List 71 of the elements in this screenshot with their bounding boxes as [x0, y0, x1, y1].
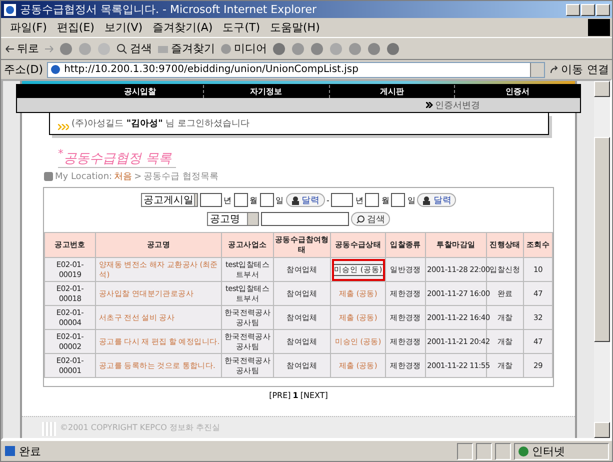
day-label: 일	[407, 194, 416, 206]
go-arrow-icon	[549, 64, 559, 74]
year-field[interactable]	[331, 193, 354, 208]
sub-link[interactable]: 인증서변경	[435, 98, 480, 112]
address-field[interactable]: http://10.200.1.30:9700/ebidding/union/UnionCompList.jsp	[47, 62, 545, 78]
month-label: 월	[250, 194, 258, 206]
browser-icon	[3, 2, 17, 16]
maximize-button[interactable]	[581, 4, 595, 16]
person-icon	[290, 196, 300, 205]
search-icon	[116, 42, 128, 54]
login-message: (주)아성길드 "김아성" 님 로그인하셨습니다	[72, 118, 250, 130]
zone-text: 인터넷	[532, 444, 565, 458]
arrows-icon	[58, 124, 68, 130]
dots-icon	[42, 422, 56, 436]
page-number[interactable]: 1	[292, 391, 298, 400]
status-pane	[457, 442, 473, 460]
page-title: $^{*}$공동수급협정 목록	[58, 147, 176, 168]
minimize-button[interactable]	[566, 4, 580, 16]
range-separator: -	[326, 196, 330, 205]
links-button[interactable]: 연결	[587, 62, 609, 77]
address-label: 주소(D)	[4, 62, 44, 77]
date-type-dropdown[interactable]: 공고게시일	[140, 193, 198, 208]
menu-item[interactable]: 편집(E)	[52, 20, 100, 35]
back-button[interactable]: 뒤로	[5, 41, 39, 56]
breadcrumb-current: 공동수급 협정목록	[144, 171, 218, 184]
status-pane	[495, 442, 511, 460]
location-icon	[44, 172, 53, 182]
menu-item[interactable]: 즐겨찾기(A)	[148, 20, 218, 35]
day-field[interactable]	[260, 193, 274, 208]
breadcrumb-separator: >	[134, 172, 142, 182]
window-title: 공동수급협정서 목록입니다. - Microsoft Internet Explorer	[20, 2, 318, 17]
day-field[interactable]	[391, 193, 406, 208]
menu-item[interactable]: 도구(T)	[218, 20, 265, 35]
page-icon	[4, 445, 16, 457]
search-icon	[356, 214, 365, 224]
menu-item[interactable]: 도움말(H)	[265, 20, 325, 35]
next-link[interactable]: [NEXT]	[300, 391, 328, 400]
calendar-button[interactable]: 달력	[286, 193, 325, 208]
home-link[interactable]: 처음	[114, 170, 132, 184]
search-button[interactable]: 검색	[351, 212, 390, 226]
go-button[interactable]: 이동	[549, 62, 583, 77]
status-pane	[476, 442, 492, 460]
back-arrow-icon	[5, 44, 15, 54]
favorites-button[interactable]: 즐겨찾기	[157, 41, 215, 56]
month-field[interactable]	[234, 193, 248, 208]
year-label: 년	[224, 194, 232, 206]
scroll-thumb[interactable]	[594, 137, 610, 342]
close-button[interactable]	[596, 4, 610, 16]
double-arrow-icon	[426, 102, 433, 108]
month-label: 월	[381, 194, 390, 206]
field-type-dropdown[interactable]: 공고명	[207, 212, 259, 226]
nav-item[interactable]: 공시입찰	[77, 85, 203, 98]
person-icon	[422, 196, 432, 205]
scrollbar[interactable]	[594, 81, 610, 438]
scroll-down-button[interactable]	[594, 422, 610, 438]
year-field[interactable]	[200, 193, 222, 208]
media-button[interactable]: 미디어	[220, 41, 267, 56]
location-label: My Location:	[55, 172, 112, 182]
search-button[interactable]: 검색	[116, 41, 152, 56]
menu-item[interactable]: 파일(F)	[5, 20, 52, 35]
status-text: 완료	[19, 444, 41, 458]
day-label: 일	[276, 194, 284, 206]
copyright-text: ©2001 COPYRIGHT KEPCO 정보화 추진실	[60, 422, 220, 433]
menu-item[interactable]: 보기(V)	[99, 20, 148, 35]
prev-link[interactable]: [PRE]	[269, 391, 291, 400]
year-label: 년	[355, 194, 364, 206]
search-field[interactable]	[261, 212, 349, 226]
calendar-button[interactable]: 달력	[417, 193, 456, 208]
page-icon	[50, 64, 62, 75]
scroll-up-button[interactable]	[594, 81, 610, 97]
month-field[interactable]	[365, 193, 380, 208]
